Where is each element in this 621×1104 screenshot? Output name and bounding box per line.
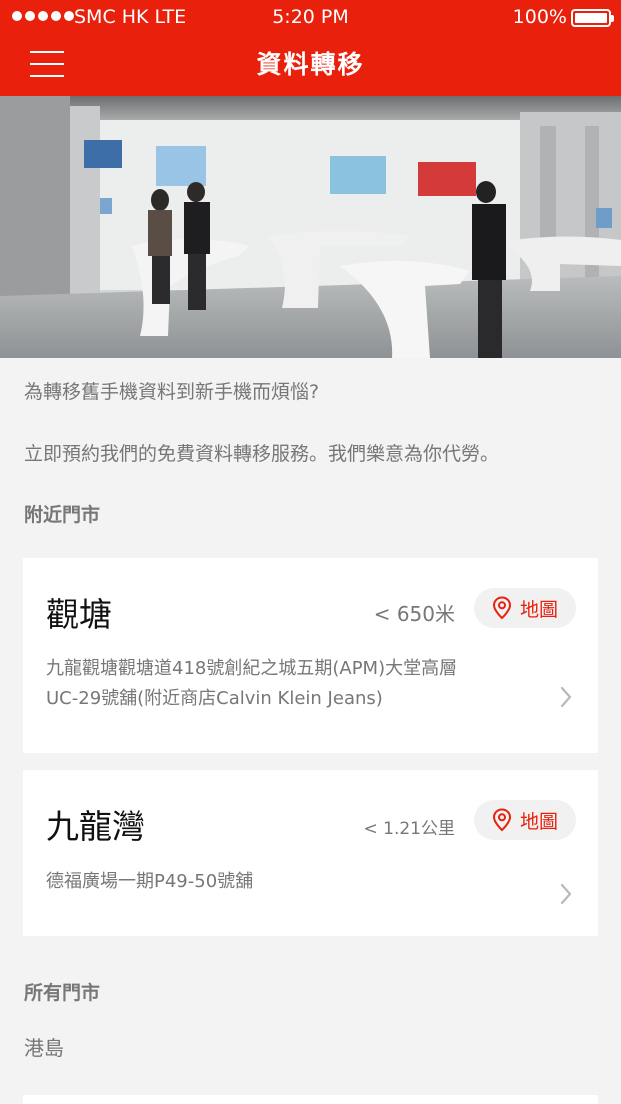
all-stores-heading: 所有門市	[24, 982, 101, 1004]
store-photo	[0, 96, 621, 358]
store-address: 德福廣場一期P49-50號舖	[46, 867, 516, 897]
store-name: 觀塘	[46, 595, 112, 634]
region-label: 港島	[24, 1036, 64, 1060]
chevron-right-icon	[560, 883, 572, 905]
store-distance: < 1.21公里	[363, 819, 456, 839]
nearby-stores-heading: 附近門市	[24, 504, 101, 526]
store-distance: < 650米	[373, 602, 455, 626]
intro-question: 為轉移舊手機資料到新手機而煩惱?	[24, 381, 320, 403]
store-card[interactable]: 觀塘 < 650米 地圖 九龍觀塘觀塘道418號創紀之城五期(APM)大堂高層 …	[23, 558, 598, 753]
battery-percent: 100%	[512, 6, 567, 28]
store-address-line: UC-29號舖(附近商店Calvin Klein Jeans)	[46, 688, 383, 709]
header: SMC HK LTE 5:20 PM 100% 資料轉移	[0, 0, 621, 96]
intro-description: 立即預約我們的免費資料轉移服務。我們樂意為你代勞。	[24, 443, 500, 465]
battery-icon	[571, 9, 614, 27]
page-title: 資料轉移	[256, 50, 365, 79]
location-pin-icon	[492, 808, 511, 832]
map-button-label: 地圖	[519, 810, 558, 833]
map-button[interactable]: 地圖	[474, 800, 576, 840]
store-name: 九龍灣	[46, 807, 145, 846]
store-address: 九龍觀塘觀塘道418號創紀之城五期(APM)大堂高層 UC-29號舖(附近商店C…	[46, 654, 516, 714]
store-address-line: 德福廣場一期P49-50號舖	[46, 871, 254, 892]
store-address-line: 九龍觀塘觀塘道418號創紀之城五期(APM)大堂高層	[46, 658, 458, 679]
map-button[interactable]: 地圖	[474, 588, 576, 628]
store-card[interactable]	[23, 1095, 598, 1104]
status-bar: SMC HK LTE 5:20 PM 100%	[0, 0, 621, 36]
map-button-label: 地圖	[519, 598, 558, 621]
chevron-right-icon	[560, 686, 572, 708]
store-card[interactable]: 九龍灣 < 1.21公里 地圖 德福廣場一期P49-50號舖	[23, 770, 598, 936]
location-pin-icon	[492, 596, 511, 620]
